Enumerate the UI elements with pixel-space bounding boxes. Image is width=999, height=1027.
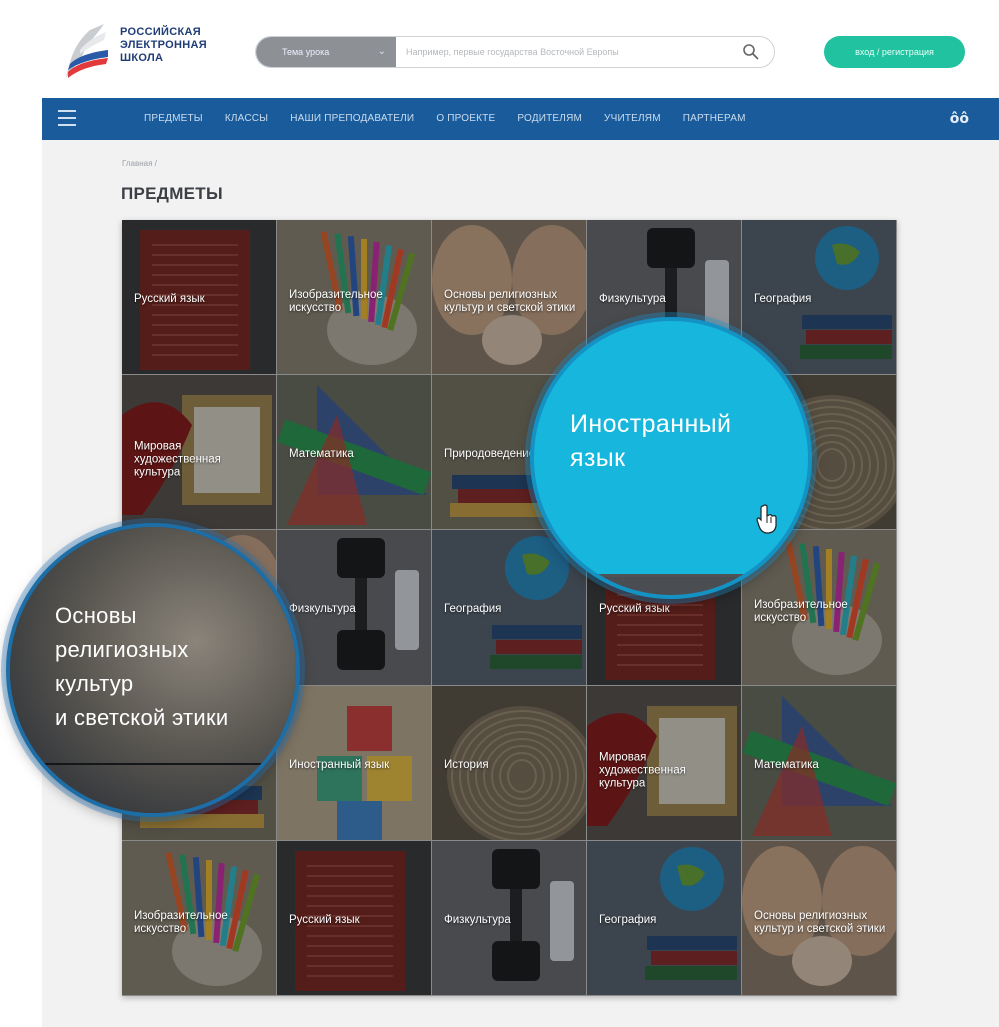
accessibility-glasses-icon[interactable]: ôô — [950, 111, 969, 127]
zoom-line-3: культур — [55, 671, 134, 696]
nav-item-parents[interactable]: РОДИТЕЛЯМ — [517, 98, 582, 140]
subject-tile[interactable]: Изобразительное искусство — [277, 220, 432, 376]
subject-tile-label: Физкультура — [444, 913, 511, 926]
breadcrumb[interactable]: Главная / — [122, 159, 157, 168]
subject-tile[interactable]: Основы религиозных культур и светской эт… — [742, 840, 897, 996]
search-icon[interactable] — [742, 43, 760, 61]
subject-tile-label: Математика — [289, 448, 354, 461]
subject-tile[interactable]: География — [742, 220, 897, 376]
page-title: ПРЕДМЕТЫ — [121, 184, 223, 203]
subject-tile-label: Основы религиозных культур и светской эт… — [444, 289, 576, 315]
zoom-bubble-divider — [40, 763, 270, 765]
site-logo[interactable]: РОССИЙСКАЯ ЭЛЕКТРОННАЯ ШКОЛА — [60, 20, 230, 82]
subject-tile-label: Иностранный язык — [289, 758, 390, 771]
subject-tile-label: История — [444, 758, 489, 771]
subject-tile-label: География — [599, 913, 657, 926]
subject-tile-label: Изобразительное искусство — [134, 910, 228, 936]
subject-tile-label: Русский язык — [134, 293, 205, 306]
logo-flag-icon — [66, 24, 108, 78]
subject-tile[interactable]: Физкультура — [277, 530, 432, 686]
nav-item-about[interactable]: О ПРОЕКТЕ — [436, 98, 495, 140]
logo-line-1: РОССИЙСКАЯ — [120, 26, 201, 38]
search-bar: Тема урока ⌄ — [255, 36, 775, 68]
subject-tile-label: География — [754, 293, 812, 306]
zoom-line-1: Основы — [55, 603, 137, 628]
subject-tile[interactable]: Математика — [277, 375, 432, 531]
subject-tile[interactable]: Русский язык — [277, 840, 432, 996]
subject-tile-label: Изобразительное искусство — [289, 289, 383, 315]
subject-tile-label: Математика — [754, 758, 819, 771]
subject-tile-label: Физкультура — [289, 603, 356, 616]
chevron-down-icon: ⌄ — [377, 46, 386, 57]
subject-tile[interactable]: География — [587, 840, 742, 996]
zoom-bubble-religion-text: Основы религиозных культур и светской эт… — [55, 599, 229, 735]
subject-tile[interactable]: Физкультура — [432, 840, 587, 996]
zoom-line-4: и светской этики — [55, 705, 229, 730]
logo-line-2: ЭЛЕКТРОННАЯ — [120, 39, 207, 51]
subject-tile[interactable]: Мировая художественная культура — [122, 375, 277, 531]
subject-tile-label: Мировая художественная культура — [599, 750, 686, 789]
zoom-line-2: религиозных — [55, 637, 189, 662]
nav-items: ПРЕДМЕТЫ КЛАССЫ НАШИ ПРЕПОДАВАТЕЛИ О ПРО… — [144, 98, 768, 140]
search-type-select[interactable]: Тема урока ⌄ — [256, 37, 396, 67]
subject-tile[interactable]: Иностранный язык — [277, 685, 432, 841]
subject-tile-label: Русский язык — [289, 913, 360, 926]
logo-line-3: ШКОЛА — [120, 52, 164, 64]
logo-text: РОССИЙСКАЯ ЭЛЕКТРОННАЯ ШКОЛА — [120, 26, 230, 65]
menu-icon[interactable] — [58, 110, 76, 126]
login-button[interactable]: вход / регистрация — [824, 36, 965, 68]
zoom-bubble-foreign-language-text: Иностранный язык — [570, 410, 732, 472]
nav-item-classes[interactable]: КЛАССЫ — [225, 98, 268, 140]
subject-tile[interactable]: История — [432, 685, 587, 841]
subject-tile-label: Физкультура — [599, 293, 666, 306]
subject-tile-label: Русский язык — [599, 603, 670, 616]
subject-tile[interactable]: Мировая художественная культура — [587, 685, 742, 841]
nav-item-partners[interactable]: ПАРТНЕРАМ — [683, 98, 746, 140]
search-input[interactable] — [406, 37, 726, 67]
subject-tile[interactable]: Математика — [742, 685, 897, 841]
subject-tile[interactable]: Изобразительное искусство — [122, 840, 277, 996]
nav-item-for-teachers[interactable]: УЧИТЕЛЯМ — [604, 98, 661, 140]
subject-tile-label: Изобразительное искусство — [754, 599, 848, 625]
nav-item-subjects[interactable]: ПРЕДМЕТЫ — [144, 98, 203, 140]
nav-item-teachers[interactable]: НАШИ ПРЕПОДАВАТЕЛИ — [290, 98, 414, 140]
zoom-bubble-religion: Основы религиозных культур и светской эт… — [6, 523, 300, 817]
main-nav: ПРЕДМЕТЫ КЛАССЫ НАШИ ПРЕПОДАВАТЕЛИ О ПРО… — [42, 98, 999, 140]
zoom-bubble-foreign-language[interactable]: Иностранный язык — [530, 317, 812, 599]
subject-tile-label: Мировая художественная культура — [134, 440, 221, 479]
hand-cursor-icon — [756, 504, 777, 534]
subject-tile[interactable]: География — [432, 530, 587, 686]
subject-tile-label: География — [444, 603, 502, 616]
subject-tile[interactable]: Основы религиозных культур и светской эт… — [432, 220, 587, 376]
page: РОССИЙСКАЯ ЭЛЕКТРОННАЯ ШКОЛА Тема урока … — [0, 0, 999, 1027]
zoom-bubble-divider — [589, 574, 749, 577]
subject-tile[interactable]: Русский язык — [122, 220, 277, 376]
search-type-label: Тема урока — [282, 47, 330, 57]
subject-tile-label: Основы религиозных культур и светской эт… — [754, 910, 886, 936]
